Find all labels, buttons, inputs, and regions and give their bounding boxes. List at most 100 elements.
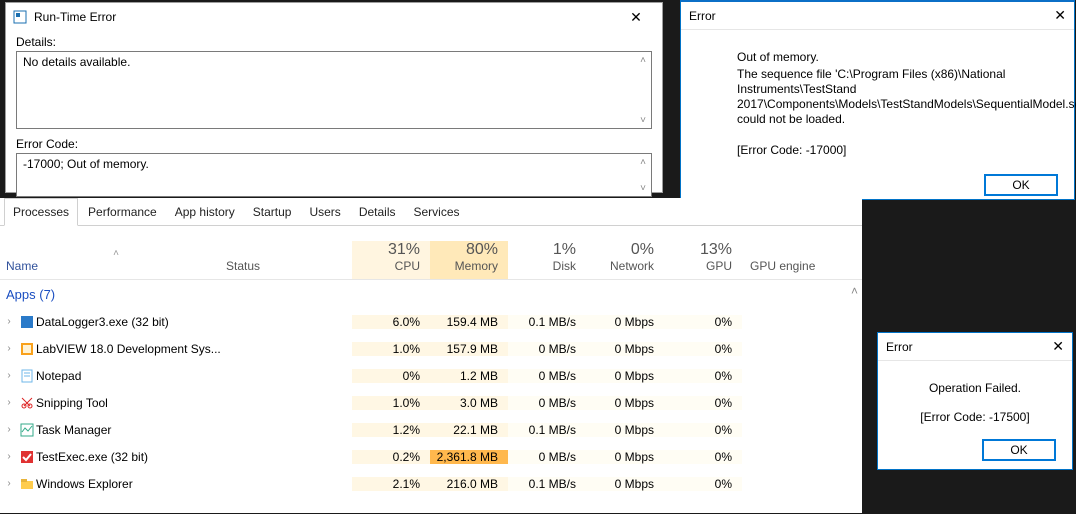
process-row[interactable]: ›TestExec.exe (32 bit)0.2%2,361.8 MB0 MB…	[0, 443, 862, 470]
details-textbox[interactable]: No details available. ˄ ˅	[16, 51, 652, 129]
expand-icon[interactable]: ›	[0, 343, 18, 354]
expand-icon[interactable]: ›	[0, 478, 18, 489]
tab-app-history[interactable]: App history	[167, 199, 243, 225]
app-icon	[18, 314, 36, 330]
ok-button[interactable]: OK	[982, 439, 1056, 461]
dialog-titlebar[interactable]: Error ✕	[878, 333, 1072, 361]
scroll-up-icon[interactable]: ˄	[637, 54, 649, 66]
col-status[interactable]: Status	[226, 259, 352, 279]
scroll-down-icon[interactable]: ˅	[637, 114, 649, 126]
error-body: Operation Failed. [Error Code: -17500]	[878, 361, 1072, 429]
gpu-cell: 0%	[664, 477, 742, 491]
memory-cell: 1.2 MB	[430, 369, 508, 383]
expand-icon[interactable]: ›	[0, 424, 18, 435]
task-manager: ProcessesPerformanceApp historyStartupUs…	[0, 198, 862, 513]
process-row[interactable]: ›Snipping Tool1.0%3.0 MB0 MB/s0 Mbps0%	[0, 389, 862, 416]
process-row[interactable]: ›DataLogger3.exe (32 bit)6.0%159.4 MB0.1…	[0, 308, 862, 335]
dialog-title: Run-Time Error	[34, 10, 616, 24]
gpu-cell: 0%	[664, 423, 742, 437]
app-icon	[18, 449, 36, 465]
error-line: The sequence file 'C:\Program Files (x86…	[737, 67, 1048, 127]
tab-services[interactable]: Services	[406, 199, 468, 225]
col-gpu-engine[interactable]: GPU engine	[742, 259, 862, 279]
col-name[interactable]: ˄ Name	[0, 248, 226, 279]
column-headers: ˄ Name Status 31%CPU 80%Memory 1%Disk 0%…	[0, 226, 862, 280]
tab-bar: ProcessesPerformanceApp historyStartupUs…	[0, 198, 862, 226]
network-cell: 0 Mbps	[586, 477, 664, 491]
error-code-line: [Error Code: -17500]	[886, 410, 1064, 425]
disk-cell: 0.1 MB/s	[508, 315, 586, 329]
process-name: Snipping Tool	[36, 396, 226, 410]
memory-cell: 22.1 MB	[430, 423, 508, 437]
process-row[interactable]: ›Task Manager1.2%22.1 MB0.1 MB/s0 Mbps0%	[0, 416, 862, 443]
col-network[interactable]: 0%Network	[586, 241, 664, 279]
error-line: Out of memory.	[737, 50, 1048, 65]
gpu-cell: 0%	[664, 396, 742, 410]
memory-cell: 216.0 MB	[430, 477, 508, 491]
close-icon[interactable]: ✕	[616, 5, 656, 29]
dialog-title: Error	[886, 340, 1024, 354]
col-disk[interactable]: 1%Disk	[508, 241, 586, 279]
dialog-titlebar[interactable]: Run-Time Error ✕	[6, 3, 662, 31]
tab-startup[interactable]: Startup	[245, 199, 300, 225]
app-icon	[18, 395, 36, 411]
close-icon[interactable]: ✕	[1024, 338, 1064, 355]
gpu-cell: 0%	[664, 315, 742, 329]
disk-cell: 0.1 MB/s	[508, 477, 586, 491]
process-row[interactable]: ›Notepad0%1.2 MB0 MB/s0 Mbps0%	[0, 362, 862, 389]
scroll-up-icon[interactable]: ˄	[847, 284, 862, 298]
process-name: TestExec.exe (32 bit)	[36, 450, 226, 464]
tab-details[interactable]: Details	[351, 199, 404, 225]
network-cell: 0 Mbps	[586, 423, 664, 437]
dialog-title: Error	[689, 9, 1026, 23]
network-cell: 0 Mbps	[586, 342, 664, 356]
app-icon	[18, 476, 36, 492]
process-row[interactable]: ›LabVIEW 18.0 Development Sys...1.0%157.…	[0, 335, 862, 362]
details-label: Details:	[16, 35, 652, 49]
col-memory[interactable]: 80%Memory	[430, 241, 508, 279]
gpu-cell: 0%	[664, 342, 742, 356]
process-name: Notepad	[36, 369, 226, 383]
col-cpu[interactable]: 31%CPU	[352, 241, 430, 279]
disk-cell: 0 MB/s	[508, 369, 586, 383]
memory-cell: 159.4 MB	[430, 315, 508, 329]
cpu-cell: 0%	[352, 369, 430, 383]
error-body: Out of memory. The sequence file 'C:\Pro…	[681, 30, 1074, 164]
scroll-down-icon[interactable]: ˅	[637, 182, 649, 194]
expand-icon[interactable]: ›	[0, 370, 18, 381]
tab-performance[interactable]: Performance	[80, 199, 165, 225]
memory-cell: 157.9 MB	[430, 342, 508, 356]
col-gpu[interactable]: 13%GPU	[664, 241, 742, 279]
expand-icon[interactable]: ›	[0, 316, 18, 327]
cpu-cell: 0.2%	[352, 450, 430, 464]
error-code-text: -17000; Out of memory.	[23, 157, 149, 171]
close-icon[interactable]: ✕	[1026, 7, 1066, 24]
tab-processes[interactable]: Processes	[4, 198, 78, 226]
error-code-line: [Error Code: -17000]	[737, 143, 1048, 158]
error-dialog-2: Error ✕ Operation Failed. [Error Code: -…	[877, 332, 1073, 470]
network-cell: 0 Mbps	[586, 369, 664, 383]
app-icon	[18, 341, 36, 357]
disk-cell: 0 MB/s	[508, 396, 586, 410]
process-row[interactable]: ›Windows Explorer2.1%216.0 MB0.1 MB/s0 M…	[0, 470, 862, 497]
dialog-titlebar[interactable]: Error ✕	[681, 2, 1074, 30]
network-cell: 0 Mbps	[586, 315, 664, 329]
network-cell: 0 Mbps	[586, 450, 664, 464]
scroll-up-icon[interactable]: ˄	[637, 156, 649, 168]
app-icon	[18, 368, 36, 384]
tab-users[interactable]: Users	[301, 199, 348, 225]
process-rows: ›DataLogger3.exe (32 bit)6.0%159.4 MB0.1…	[0, 308, 862, 497]
error-code-textbox[interactable]: -17000; Out of memory. ˄ ˅	[16, 153, 652, 197]
gpu-cell: 0%	[664, 369, 742, 383]
gpu-cell: 0%	[664, 450, 742, 464]
disk-cell: 0.1 MB/s	[508, 423, 586, 437]
error-code-label: Error Code:	[16, 137, 652, 151]
disk-cell: 0 MB/s	[508, 342, 586, 356]
expand-icon[interactable]: ›	[0, 451, 18, 462]
cpu-cell: 2.1%	[352, 477, 430, 491]
run-time-error-dialog: Run-Time Error ✕ Details: No details ava…	[5, 2, 663, 193]
apps-group-header[interactable]: Apps (7)	[0, 280, 862, 308]
expand-icon[interactable]: ›	[0, 397, 18, 408]
ok-button[interactable]: OK	[984, 174, 1058, 196]
process-name: DataLogger3.exe (32 bit)	[36, 315, 226, 329]
